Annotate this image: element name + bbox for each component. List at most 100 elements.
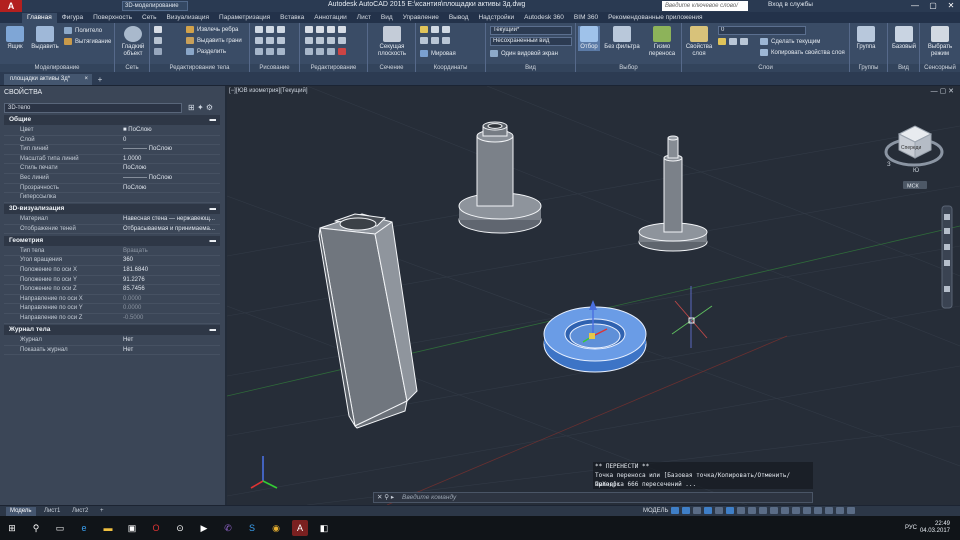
property-row[interactable]: Тип тела Вращать <box>4 247 220 257</box>
model-viewport[interactable]: Спереди З Ю МСК [−][ЮВ изометрия][Текущи… <box>227 86 960 505</box>
task-view-icon[interactable]: ▭ <box>52 520 68 536</box>
property-value[interactable]: Вращать <box>123 247 219 257</box>
panel-title[interactable]: Моделирование <box>0 64 114 72</box>
extrude-button[interactable]: Выдавить <box>30 26 60 51</box>
property-row[interactable]: Направление по оси Y 0.0000 <box>4 304 220 314</box>
property-value[interactable]: 85.7456 <box>123 285 219 295</box>
add-layout-button[interactable]: + <box>96 507 108 516</box>
property-row[interactable]: Положение по оси Y 91.2276 <box>4 276 220 286</box>
pin-solid[interactable] <box>638 135 708 252</box>
property-value[interactable]: ПоСлою <box>123 184 219 194</box>
tab-solid[interactable]: Фигура <box>57 13 88 23</box>
edge-browser-icon[interactable]: e <box>76 520 92 536</box>
toggle-pickadd-icon[interactable]: ⊞ <box>188 103 195 112</box>
extract-edges-button[interactable]: Извлечь ребра <box>186 26 238 33</box>
skype-icon[interactable]: S <box>244 520 260 536</box>
transparency-toggle-icon[interactable] <box>748 507 757 514</box>
workspace-select[interactable]: 3D-моделирование <box>122 1 188 11</box>
workspace-switch-icon[interactable] <box>803 507 812 514</box>
viewport-config-button[interactable]: Один видовой экран <box>490 50 558 57</box>
panel-title[interactable]: Сечение <box>368 64 415 72</box>
file-explorer-icon[interactable]: ▬ <box>100 520 116 536</box>
erase-tool[interactable] <box>305 48 349 55</box>
property-row[interactable]: Показать журнал Нет <box>4 346 220 356</box>
tab-insert[interactable]: Вставка <box>275 13 309 23</box>
property-row[interactable]: Материал Навесная стена — нержавеющ... <box>4 215 220 225</box>
property-row[interactable]: Положение по оси X 181.6840 <box>4 266 220 276</box>
property-value[interactable]: ПоСлою <box>123 164 219 174</box>
property-value[interactable]: 1.0000 <box>123 155 219 165</box>
navigation-bar[interactable] <box>941 205 953 309</box>
panel-title[interactable]: Рисование <box>250 64 299 72</box>
signin-button[interactable]: Вход в службы <box>768 1 813 8</box>
layer-properties-button[interactable]: Свойства слоя <box>684 26 714 58</box>
union-button[interactable] <box>154 26 165 33</box>
tab-model[interactable]: Модель <box>6 507 36 516</box>
search-icon[interactable]: ⚲ <box>28 520 44 536</box>
selection-cycling-icon[interactable] <box>759 507 768 514</box>
property-row[interactable]: Стиль печати ПоСлою <box>4 164 220 174</box>
viewport-controls[interactable]: — ▢ ✕ <box>931 87 954 95</box>
tab-a360[interactable]: Autodesk 360 <box>519 13 569 23</box>
tab-bim360[interactable]: BIM 360 <box>569 13 603 23</box>
store-icon[interactable]: ▣ <box>124 520 140 536</box>
start-icon[interactable]: ⊞ <box>4 520 20 536</box>
section-plane-button[interactable]: Секущая плоскость <box>372 26 412 58</box>
ucs-icon[interactable] <box>250 456 278 489</box>
collapse-icon[interactable]: ▬ <box>210 236 217 246</box>
property-value[interactable]: ———— ПоСлою <box>123 145 219 155</box>
panel-title[interactable]: Вид <box>888 64 919 72</box>
annotation-scale-icon[interactable] <box>792 507 801 514</box>
isolate-objects-icon[interactable] <box>814 507 823 514</box>
dynamic-ucs-icon[interactable] <box>781 507 790 514</box>
property-row[interactable]: Масштаб типа линий 1.0000 <box>4 155 220 165</box>
tab-layout[interactable]: Лист <box>352 13 376 23</box>
property-value[interactable]: ■ ПоСлою <box>123 126 219 136</box>
collapse-icon[interactable]: ▬ <box>210 204 217 214</box>
snap-toggle-icon[interactable] <box>682 507 691 514</box>
panel-title[interactable]: Выбор <box>576 64 681 72</box>
visual-style-select[interactable]: Текущий* <box>490 26 572 35</box>
hp-icon[interactable]: ⊙ <box>172 520 188 536</box>
property-row[interactable]: Прозрачность ПоСлою <box>4 184 220 194</box>
new-tab-button[interactable]: + <box>95 75 105 84</box>
tab-addins[interactable]: Надстройки <box>473 13 519 23</box>
tab-home[interactable]: Главная <box>22 13 57 23</box>
property-value[interactable]: ———— ПоСлою <box>123 174 219 184</box>
select-objects-icon[interactable]: ✦ <box>197 103 204 112</box>
property-row[interactable]: Журнал Нет <box>4 336 220 346</box>
polyline-tool[interactable] <box>255 37 288 44</box>
panel-title[interactable]: Редактирование тела <box>150 64 249 72</box>
panel-title[interactable]: Координаты <box>416 64 485 72</box>
grid-toggle-icon[interactable] <box>671 507 680 514</box>
box-button[interactable]: Ящик <box>4 26 26 51</box>
panel-title[interactable]: Группы <box>850 64 887 72</box>
viewcube[interactable]: Спереди З Ю МСК <box>884 125 944 190</box>
opera-icon[interactable]: O <box>148 520 164 536</box>
property-value[interactable]: Навесная стена — нержавеющ... <box>123 215 219 225</box>
hex-standoff-solid[interactable] <box>318 213 418 429</box>
tab-view[interactable]: Вид <box>376 13 398 23</box>
polysolid-button[interactable]: Политело <box>64 27 102 34</box>
chrome-icon[interactable]: ◉ <box>268 520 284 536</box>
property-value[interactable]: Отбрасываемая и принимаема... <box>123 225 219 235</box>
world-ucs-button[interactable]: Мировая <box>420 50 456 57</box>
panel-title[interactable]: Сенсорный <box>920 64 960 72</box>
layer-state-tools[interactable] <box>718 38 751 45</box>
ucs-menu-label[interactable]: МСК <box>907 184 920 190</box>
property-value[interactable]: -0.5000 <box>123 314 219 324</box>
otrack-toggle-icon[interactable] <box>726 507 735 514</box>
property-row[interactable]: Положение по оси Z 85.7456 <box>4 285 220 295</box>
document-tab[interactable]: площадки активы 3д* × <box>4 74 92 85</box>
properties-section-header[interactable]: Журнал тела ▬ <box>4 325 220 335</box>
viewport-label[interactable]: [−][ЮВ изометрия][Текущий] <box>229 88 308 94</box>
polar-toggle-icon[interactable] <box>704 507 713 514</box>
lineweight-toggle-icon[interactable] <box>737 507 746 514</box>
select-mode-button[interactable]: Выбрать режим <box>923 26 957 58</box>
selected-washer-solid[interactable] <box>543 306 647 373</box>
properties-section-header[interactable]: Общие ▬ <box>4 115 220 125</box>
object-type-select[interactable]: 3D-тело <box>4 103 182 113</box>
property-row[interactable]: Слой 0 <box>4 136 220 146</box>
collapse-icon[interactable]: ▬ <box>210 115 217 125</box>
tab-annotate[interactable]: Аннотации <box>309 13 352 23</box>
